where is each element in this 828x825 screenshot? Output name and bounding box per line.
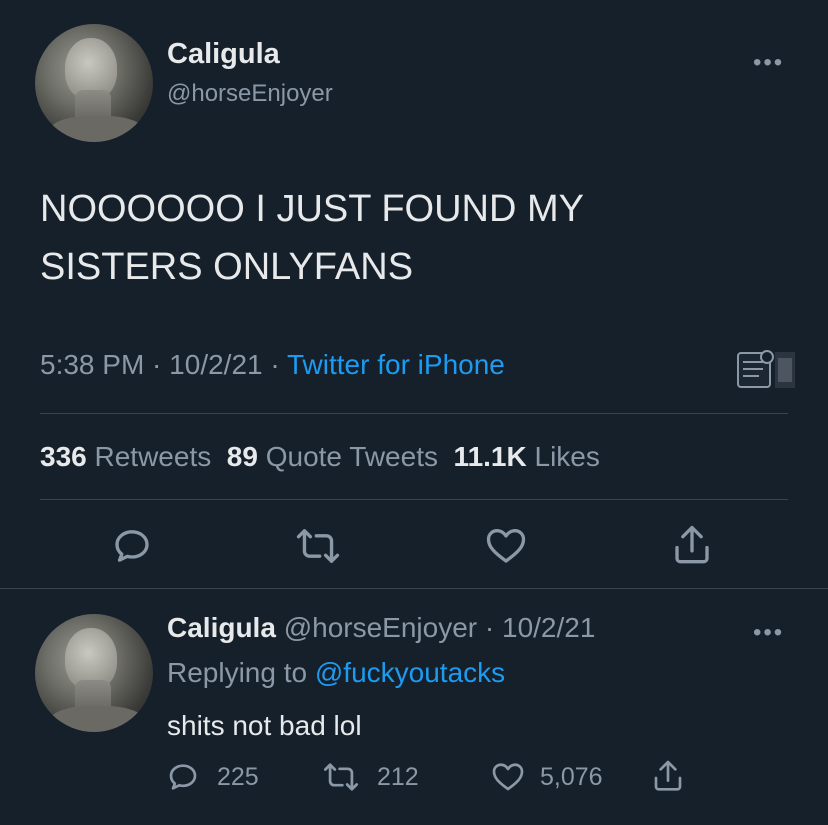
tweet-stats: 336 Retweets 89 Quote Tweets 11.1K Likes: [40, 441, 600, 473]
retweets-count: 336: [40, 441, 87, 472]
tweet-text-line-1: NOOOOOO I JUST FOUND MY: [40, 188, 584, 230]
replying-to: Replying to @fuckyoutacks: [167, 657, 505, 689]
reply-text: shits not bad lol: [167, 710, 362, 741]
likes-stat[interactable]: 11.1K Likes: [454, 441, 600, 472]
section-divider: [0, 588, 828, 589]
retweet-icon: [323, 763, 359, 791]
share-icon: [654, 760, 682, 791]
quotes-label: Quote Tweets: [265, 441, 438, 472]
divider: [40, 413, 788, 414]
quotes-count: 89: [226, 441, 258, 472]
reply-like-button[interactable]: 5,076: [492, 762, 603, 792]
quotes-stat[interactable]: 89 Quote Tweets: [227, 441, 438, 472]
reply-retweet-button[interactable]: 212: [323, 762, 419, 792]
reply-header: Caligula @horseEnjoyer · 10/2/21: [167, 612, 595, 644]
avatar-bust-shoulders: [49, 706, 145, 732]
media-overlay-icon[interactable]: [737, 350, 795, 390]
reply-share-button[interactable]: [652, 759, 684, 798]
reply-author-avatar[interactable]: [35, 614, 153, 732]
likes-count: 11.1K: [453, 441, 527, 472]
tweet-meta: 5:38 PM · 10/2/21 · Twitter for iPhone: [40, 349, 505, 381]
meta-separator: ·: [262, 349, 287, 380]
tweet-date: 10/2/21: [169, 349, 263, 380]
reply-more-options-icon[interactable]: •••: [753, 621, 784, 645]
like-count: 5,076: [540, 762, 603, 791]
retweet-icon: [296, 529, 340, 563]
like-button[interactable]: [486, 527, 526, 570]
reply-date[interactable]: 10/2/21: [502, 612, 595, 643]
reply-button[interactable]: [112, 526, 152, 571]
likes-label: Likes: [534, 441, 600, 472]
reply-separator: ·: [477, 612, 502, 643]
reply-reply-button[interactable]: 225: [167, 761, 259, 793]
reply-icon: [115, 530, 149, 562]
author-avatar[interactable]: [35, 24, 153, 142]
like-icon: [492, 763, 524, 791]
divider: [40, 499, 788, 500]
tweet-time: 5:38 PM: [40, 349, 145, 380]
reply-author-handle[interactable]: @horseEnjoyer: [284, 612, 477, 643]
retweet-count: 212: [377, 762, 419, 791]
reply-icon: [169, 764, 197, 790]
retweets-label: Retweets: [94, 441, 212, 472]
more-options-icon[interactable]: •••: [753, 51, 784, 75]
tweet-text-line-2: SISTERS ONLYFANS: [40, 246, 414, 288]
meta-separator: ·: [144, 349, 170, 380]
avatar-bust-shoulders: [49, 116, 145, 142]
like-icon: [486, 529, 526, 563]
share-icon: [675, 525, 709, 564]
author-handle[interactable]: @horseEnjoyer: [167, 80, 333, 108]
share-button[interactable]: [672, 524, 712, 571]
retweets-stat[interactable]: 336 Retweets: [40, 441, 211, 472]
author-name[interactable]: Caligula: [167, 38, 280, 71]
retweet-button[interactable]: [296, 527, 340, 570]
tweet-source-link[interactable]: Twitter for iPhone: [287, 349, 505, 380]
reply-author-name[interactable]: Caligula: [167, 612, 276, 643]
replying-to-label: Replying to: [167, 657, 308, 688]
reply-count: 225: [217, 762, 259, 791]
replying-to-handle[interactable]: @fuckyoutacks: [315, 657, 505, 688]
